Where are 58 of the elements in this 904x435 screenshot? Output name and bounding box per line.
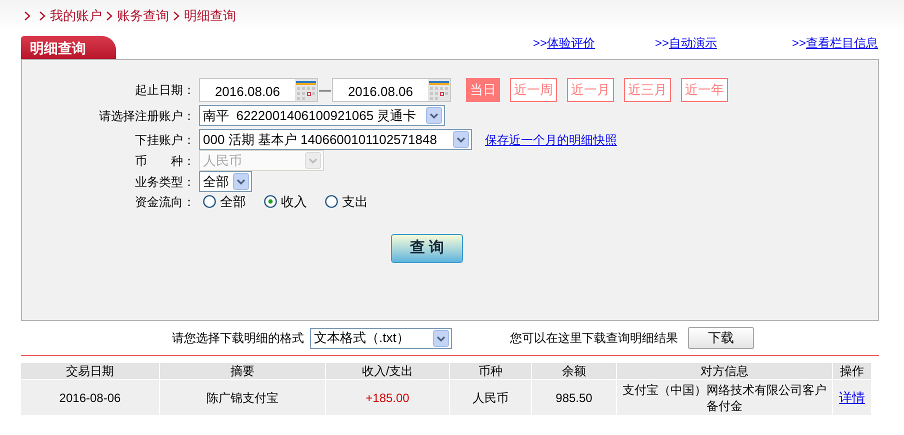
top-link[interactable]: 自动演示: [669, 34, 718, 52]
dropdown-value: 000 活期 基本户 1406600101102571848: [203, 130, 437, 149]
chevron-icon: [173, 11, 180, 21]
breadcrumb-link[interactable]: 账务查询: [117, 6, 169, 26]
date-value: 2016.08.06: [346, 82, 414, 101]
dropdown-field[interactable]: 全部: [199, 171, 252, 192]
snapshot-link[interactable]: 保存近一个月的明细快照: [485, 130, 617, 148]
date-value: 2016.08.06: [214, 82, 282, 101]
link-prefix: >>: [655, 35, 670, 52]
download-hint: 您可以在这里下载查询明细结果: [510, 330, 678, 347]
breadcrumb-link[interactable]: 明细查询: [184, 6, 236, 26]
dropdown-value: 全部: [203, 172, 229, 191]
field-label: 起止日期：: [134, 82, 196, 99]
dropdown-value: 南平 6222001406100921065 灵通卡: [203, 106, 416, 125]
top-link[interactable]: 体验评价: [547, 34, 596, 52]
query-button[interactable]: 查 询: [391, 234, 463, 262]
field-label: 请选择注册账户：: [98, 108, 196, 124]
radio-button[interactable]: [203, 195, 216, 208]
dropdown-value: 文本格式（.txt）: [314, 329, 410, 348]
download-button[interactable]: 下载: [688, 327, 754, 349]
field-label: 资金流向：: [134, 194, 196, 211]
column-header: 操作: [833, 363, 872, 379]
field-label: 下挂账户：: [134, 132, 196, 148]
link-prefix: >>: [533, 35, 548, 52]
column-header: 对方信息: [617, 363, 833, 379]
radio-label: 支出: [342, 193, 368, 211]
field-label: 币 种：: [134, 152, 196, 170]
table-cell: 985.50: [532, 380, 617, 415]
radio-button[interactable]: [264, 195, 277, 208]
chevron-icon: [106, 11, 113, 21]
calendar-icon[interactable]: [295, 79, 317, 101]
dropdown-value: 人民币: [203, 152, 242, 170]
dropdown-field[interactable]: 南平 6222001406100921065 灵通卡: [199, 105, 445, 126]
date-separator: —: [319, 82, 331, 99]
link-prefix: >>: [792, 35, 806, 52]
column-header: 余额: [532, 363, 617, 379]
radio-label: 全部: [220, 193, 246, 211]
table-cell: 支付宝（中国）网络技术有限公司客户备付金: [617, 380, 833, 415]
radio-label: 收入: [281, 193, 307, 211]
field-label: 业务类型：: [134, 174, 196, 190]
breadcrumb-link[interactable]: 我的账户: [50, 6, 102, 26]
calendar-icon[interactable]: [428, 79, 450, 101]
details-link[interactable]: 详情: [839, 390, 865, 406]
table-cell: 陈广锦支付宝: [160, 380, 326, 415]
format-label: 请您选择下载明细的格式: [172, 330, 304, 347]
format-dropdown[interactable]: 文本格式（.txt）: [310, 328, 452, 348]
table-cell: 2016-08-06: [21, 380, 160, 415]
date-field[interactable]: 2016.08.06: [332, 78, 451, 102]
column-header: 收入/支出: [326, 363, 450, 379]
dropdown-field[interactable]: 000 活期 基本户 1406600101102571848: [199, 129, 472, 150]
top-link[interactable]: 查看栏目信息: [806, 34, 878, 52]
column-header: 交易日期: [21, 363, 160, 379]
column-header: 币种: [450, 363, 532, 379]
table-cell: +185.00: [326, 380, 450, 415]
table-cell: 人民币: [450, 380, 532, 415]
column-header: 摘要: [160, 363, 326, 379]
date-field[interactable]: 2016.08.06: [199, 78, 318, 102]
radio-button[interactable]: [325, 195, 338, 208]
